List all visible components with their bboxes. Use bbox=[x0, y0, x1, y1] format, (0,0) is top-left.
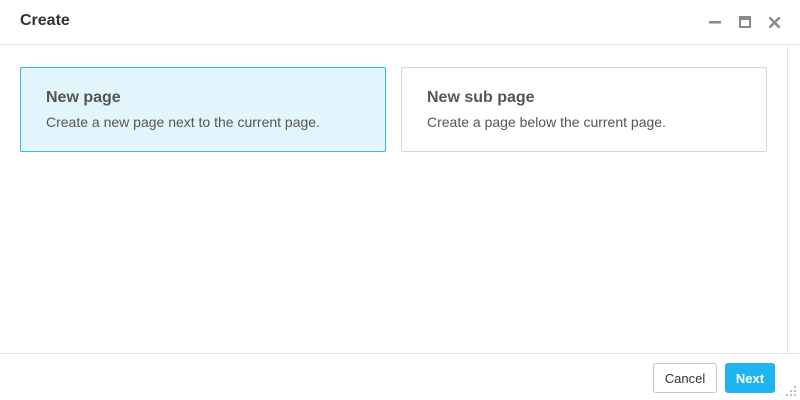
cancel-button[interactable]: Cancel bbox=[653, 363, 717, 393]
option-title: New page bbox=[46, 89, 121, 106]
vertical-scrollbar[interactable] bbox=[787, 45, 800, 353]
close-icon bbox=[768, 16, 780, 28]
close-button[interactable] bbox=[765, 13, 783, 31]
dialog-footer: Cancel Next bbox=[0, 353, 800, 400]
maximize-button[interactable] bbox=[736, 13, 754, 31]
dialog-body: New page Create a new page next to the c… bbox=[0, 45, 787, 353]
create-dialog: Create New page Create a new page next t… bbox=[0, 0, 800, 400]
option-title: New sub page bbox=[427, 89, 535, 106]
minimize-icon bbox=[709, 21, 721, 24]
dialog-header: Create bbox=[0, 0, 800, 45]
dialog-title: Create bbox=[20, 12, 70, 29]
maximize-icon bbox=[739, 16, 751, 28]
minimize-button[interactable] bbox=[706, 13, 724, 31]
option-new-page[interactable]: New page Create a new page next to the c… bbox=[20, 67, 386, 152]
option-description: Create a page below the current page. bbox=[427, 114, 666, 130]
next-button[interactable]: Next bbox=[725, 363, 775, 393]
option-description: Create a new page next to the current pa… bbox=[46, 114, 320, 130]
option-new-sub-page[interactable]: New sub page Create a page below the cur… bbox=[401, 67, 767, 152]
resize-grip-icon[interactable] bbox=[785, 385, 797, 397]
